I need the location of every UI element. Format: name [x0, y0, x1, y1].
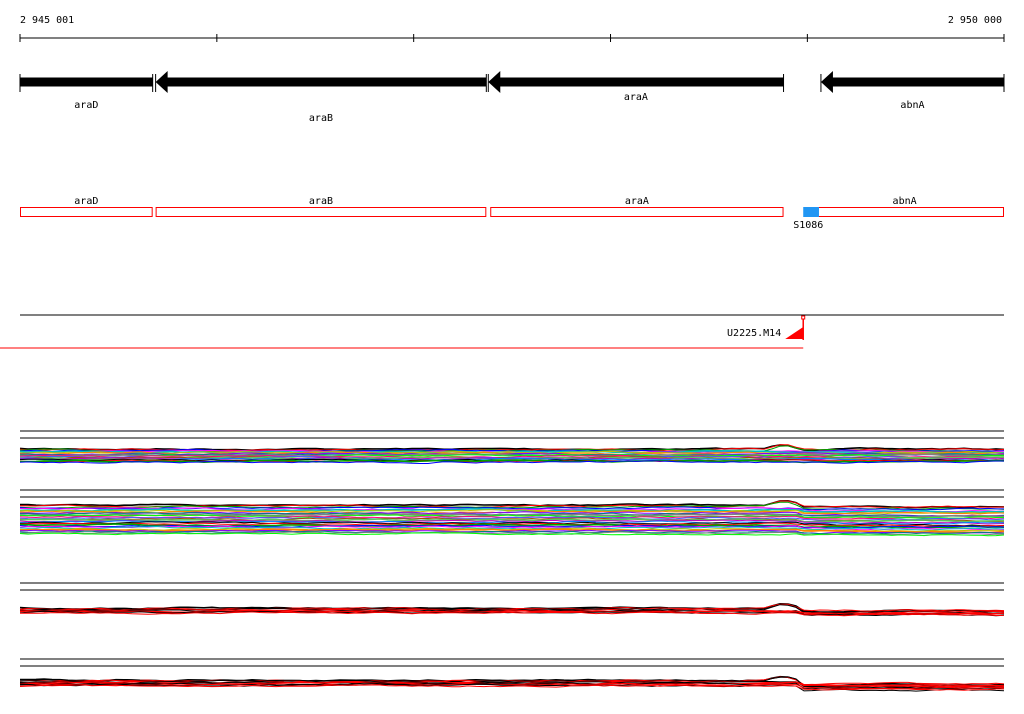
gene-track[interactable]: araD araB araA abnA: [19, 71, 1005, 124]
gene-arrow[interactable]: [820, 71, 1004, 93]
expression-panel-1: [19, 430, 1005, 464]
gene-arrow[interactable]: [155, 71, 487, 93]
transcript-label: U2225.M14: [727, 328, 781, 339]
transcript-start-knob: [801, 315, 806, 320]
gene-abnA[interactable]: abnA: [820, 71, 1005, 111]
feature-label: S1086: [793, 220, 823, 231]
feature-box[interactable]: [803, 207, 819, 217]
transcript-U2225.M14[interactable]: U2225.M14: [0, 315, 806, 349]
gene-arrow[interactable]: [488, 71, 784, 93]
expression-panel-3: [19, 582, 1005, 617]
gene-label: araA: [624, 92, 648, 103]
gene-label: araB: [309, 113, 333, 124]
expression-panel-4: [19, 658, 1005, 692]
gene-araA[interactable]: araA: [487, 71, 785, 103]
gene-arrow[interactable]: [20, 77, 153, 87]
transcript-items[interactable]: U2225.M14: [0, 315, 806, 349]
transcript-direction-icon: [785, 327, 804, 339]
cds-label: abnA: [893, 196, 917, 207]
ruler-end-label: 2 950 000: [948, 15, 1002, 26]
cds-box[interactable]: [155, 207, 487, 217]
cds-box[interactable]: [490, 207, 784, 217]
ruler-start-label: 2 945 001: [20, 15, 74, 26]
gene-araD[interactable]: araD: [19, 74, 154, 111]
expression-panel-2: [19, 489, 1005, 537]
cds-label: araA: [625, 196, 649, 207]
cds-araB[interactable]: araB: [155, 196, 487, 217]
feature-S1086[interactable]: S1086: [793, 207, 823, 231]
cds-label: araD: [74, 196, 98, 207]
cds-araD[interactable]: araD: [20, 196, 153, 217]
transcript-track: U2225.M14: [0, 314, 1004, 349]
cds-araA[interactable]: araA: [490, 196, 784, 217]
cds-abnA[interactable]: abnA: [805, 196, 1005, 217]
gene-label: abnA: [900, 100, 924, 111]
cds-box[interactable]: [20, 207, 153, 217]
cds-track[interactable]: araD araB araA abnA S1086: [20, 196, 1005, 231]
gene-label: araD: [74, 100, 98, 111]
cds-label: araB: [309, 196, 333, 207]
gene-araB[interactable]: araB: [155, 71, 487, 124]
coordinate-ruler: 2 945 001 2 950 000: [19, 15, 1005, 42]
cds-box[interactable]: [805, 207, 1005, 217]
genome-browser-view: 2 945 001 2 950 000 araD araB araA abnA ara…: [0, 15, 1005, 692]
